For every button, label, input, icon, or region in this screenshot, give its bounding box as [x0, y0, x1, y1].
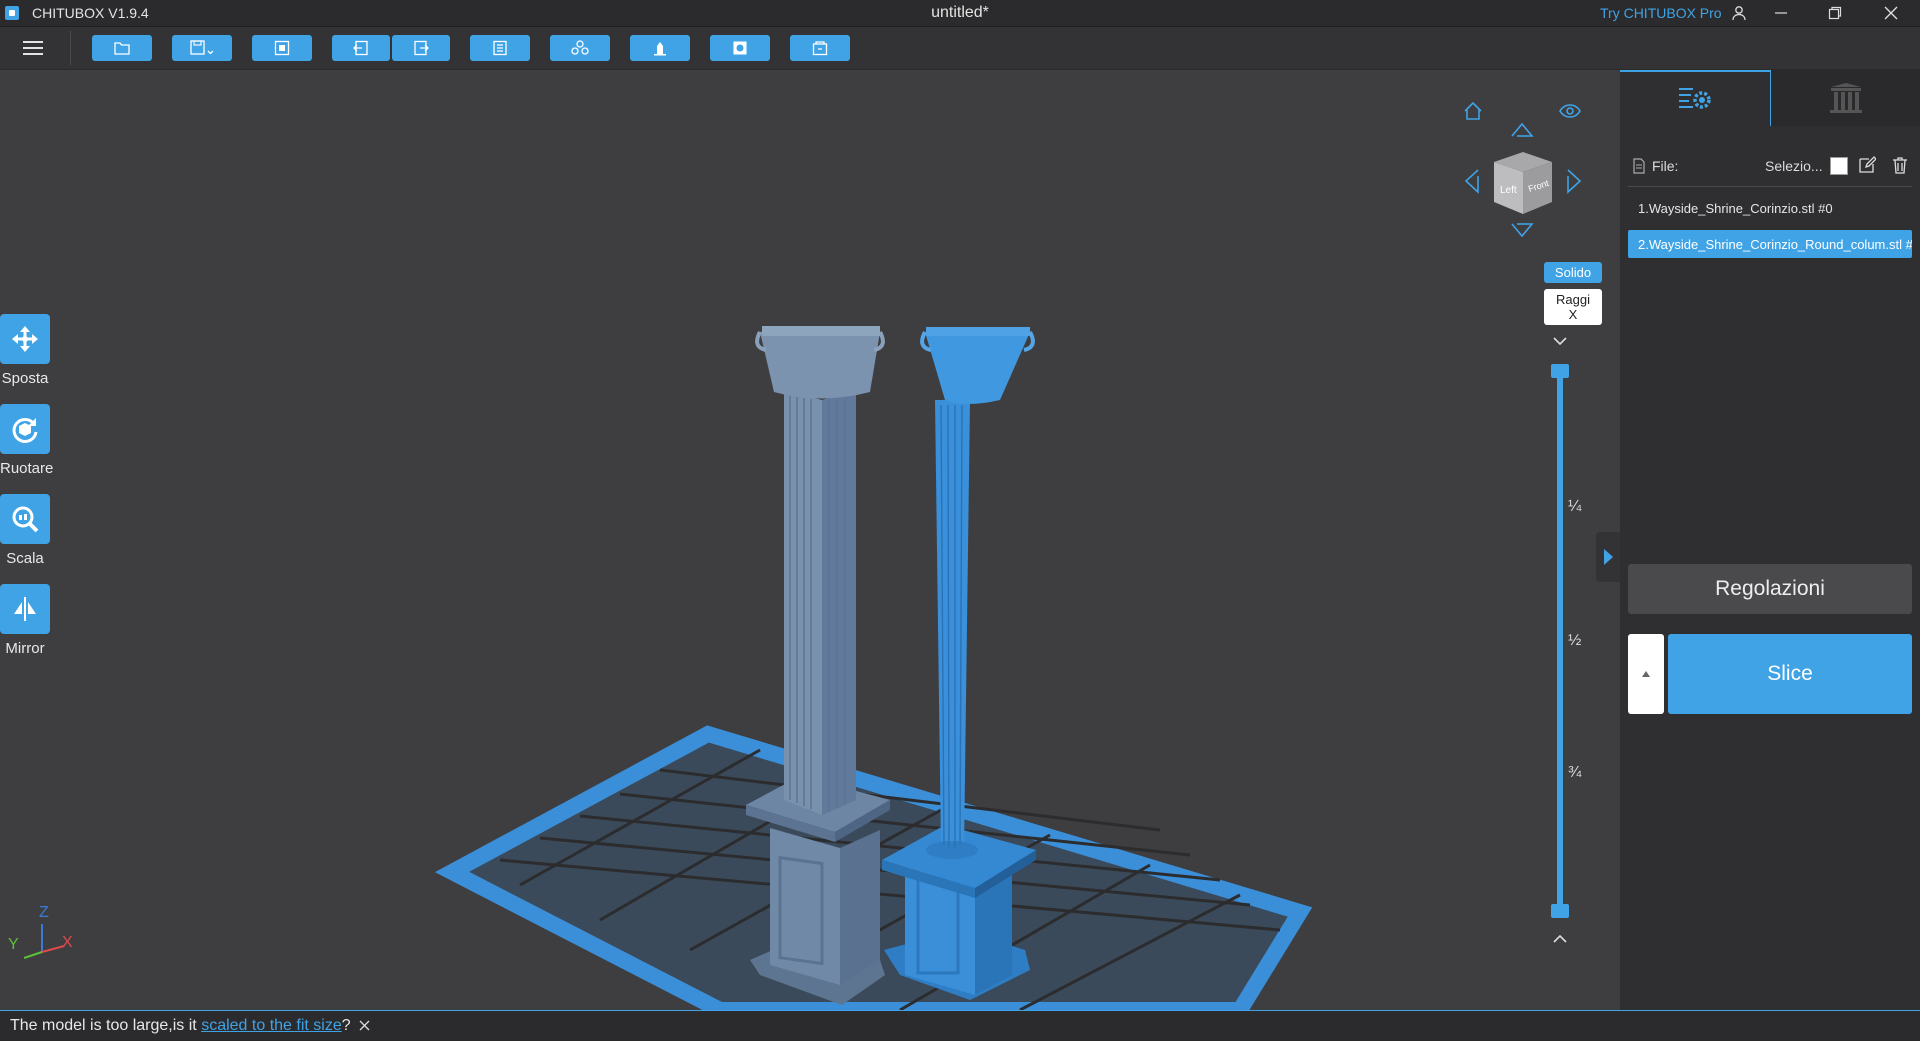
view-left-arrow-icon[interactable]	[1462, 168, 1480, 194]
edit-icon[interactable]	[1858, 156, 1876, 174]
status-text-end: ?	[341, 1017, 351, 1034]
mirror-tool-label: Mirror	[5, 640, 45, 657]
solid-mode-button[interactable]: Solido	[1544, 262, 1602, 283]
view-cube[interactable]: Left Front	[1488, 148, 1558, 218]
dismiss-icon[interactable]	[359, 1020, 370, 1031]
status-bar: The model is too large,is it scaled to t…	[0, 1010, 1920, 1041]
axis-x-label: X	[62, 934, 73, 951]
axis-z-label: Z	[39, 904, 49, 921]
axis-y-label: Y	[8, 936, 19, 953]
hollow-icon	[733, 41, 747, 55]
rotate-tool[interactable]: Ruotare	[0, 404, 54, 477]
hollow-button[interactable]	[710, 35, 770, 61]
move-tool[interactable]: Sposta	[0, 314, 50, 387]
panel-toggle-button[interactable]	[1596, 532, 1620, 582]
user-icon	[1732, 6, 1746, 21]
move-tool-label: Sposta	[1, 370, 49, 387]
screenshot-button[interactable]	[252, 35, 312, 61]
toolbar-separator	[70, 31, 71, 65]
tab-models[interactable]	[1770, 70, 1920, 126]
close-button[interactable]	[1868, 0, 1914, 26]
slice-button[interactable]: Slice	[1668, 634, 1912, 714]
file-list-item-selected[interactable]: 2.Wayside_Shrine_Corinzio_Round_colum.st…	[1628, 230, 1912, 258]
minimize-icon	[1775, 12, 1787, 14]
support-icon	[654, 42, 666, 56]
view-cube-left-label: Left	[1500, 185, 1517, 196]
tab-settings[interactable]	[1620, 70, 1770, 126]
open-file-button[interactable]	[92, 35, 152, 61]
title-bar: CHITUBOX V1.9.4 untitled* Try CHITUBOX P…	[0, 0, 1920, 27]
hamburger-menu-button[interactable]	[20, 36, 50, 60]
view-right-arrow-icon[interactable]	[1566, 168, 1584, 194]
select-all-label: Selezio...	[1765, 158, 1823, 174]
file-label: File:	[1652, 158, 1679, 174]
eye-icon[interactable]	[1559, 103, 1581, 119]
rotate-icon	[12, 417, 38, 443]
save-icon	[190, 40, 214, 55]
save-button[interactable]	[172, 35, 232, 61]
scale-tool-label: Scala	[6, 550, 44, 567]
list-settings-icon	[1679, 88, 1711, 109]
rotate-tool-label: Ruotare	[0, 460, 54, 477]
minimize-button[interactable]	[1758, 0, 1804, 26]
settings-page-button[interactable]	[470, 35, 530, 61]
scale-to-fit-link[interactable]: scaled to the fit size	[201, 1017, 342, 1034]
adjust-button[interactable]: Regolazioni	[1628, 564, 1912, 614]
arrange-button[interactable]	[550, 35, 610, 61]
folder-icon	[114, 42, 130, 55]
undo-icon	[353, 40, 368, 56]
slice-options-button[interactable]	[1628, 634, 1664, 714]
view-bottom-arrow-icon[interactable]	[1510, 222, 1534, 240]
layer-slider-top-handle[interactable]	[1551, 364, 1569, 378]
account-button[interactable]	[1716, 0, 1762, 26]
close-icon	[1884, 6, 1898, 20]
move-icon	[12, 326, 38, 352]
triangle-up-icon	[1642, 671, 1650, 677]
layer-slider-bottom-handle[interactable]	[1551, 904, 1569, 918]
arrange-icon	[571, 40, 589, 55]
scale-icon	[12, 506, 39, 533]
restore-icon	[1828, 6, 1842, 20]
panel-tabs	[1620, 70, 1920, 126]
view-top-arrow-icon[interactable]	[1510, 120, 1534, 138]
layer-tick-three-quarter: ¾	[1568, 764, 1582, 781]
columns-icon	[1830, 83, 1862, 113]
mirror-icon	[14, 597, 36, 621]
undo-button[interactable]	[332, 35, 390, 61]
mirror-tool[interactable]: Mirror	[0, 584, 50, 657]
layer-tick-quarter: ¼	[1568, 498, 1582, 515]
file-header-row: File: Selezio...	[1630, 156, 1914, 178]
scale-tool[interactable]: Scala	[0, 494, 50, 567]
file-icon	[1633, 158, 1645, 174]
page-settings-icon	[493, 40, 507, 56]
right-panel: File: Selezio... 1.Wayside_Shrine_Corinz…	[1620, 70, 1920, 1010]
layer-tick-half: ½	[1568, 632, 1582, 649]
dig-hole-button[interactable]	[790, 35, 850, 61]
restore-button[interactable]	[1812, 0, 1858, 26]
3d-viewport[interactable]: Sposta Ruotare Scala Mirror Left Front S…	[0, 70, 1620, 1010]
divider	[1628, 186, 1912, 187]
triangle-right-icon	[1604, 549, 1613, 565]
screenshot-icon	[274, 40, 290, 56]
dig-hole-icon	[812, 41, 828, 56]
select-all-checkbox[interactable]	[1830, 157, 1848, 175]
layer-slider-track[interactable]	[1557, 366, 1563, 914]
try-pro-link[interactable]: Try CHITUBOX Pro	[1600, 5, 1722, 21]
redo-button[interactable]	[392, 35, 450, 61]
build-scene	[434, 326, 1313, 1010]
main-toolbar	[0, 27, 1920, 70]
trash-icon[interactable]	[1892, 156, 1908, 174]
xray-mode-button[interactable]: Raggi X	[1544, 289, 1602, 325]
support-button[interactable]	[630, 35, 690, 61]
app-title: CHITUBOX V1.9.4	[32, 5, 149, 21]
file-list-item[interactable]: 1.Wayside_Shrine_Corinzio.stl #0	[1628, 194, 1912, 222]
app-logo-icon	[5, 6, 19, 20]
status-message: The model is too large,is it scaled to t…	[10, 1017, 370, 1035]
chevron-down-icon[interactable]	[1552, 336, 1568, 346]
home-view-icon[interactable]	[1462, 100, 1484, 122]
redo-icon	[414, 40, 429, 56]
chevron-up-icon[interactable]	[1552, 934, 1568, 944]
status-text: The model is too large,is it	[10, 1017, 202, 1034]
